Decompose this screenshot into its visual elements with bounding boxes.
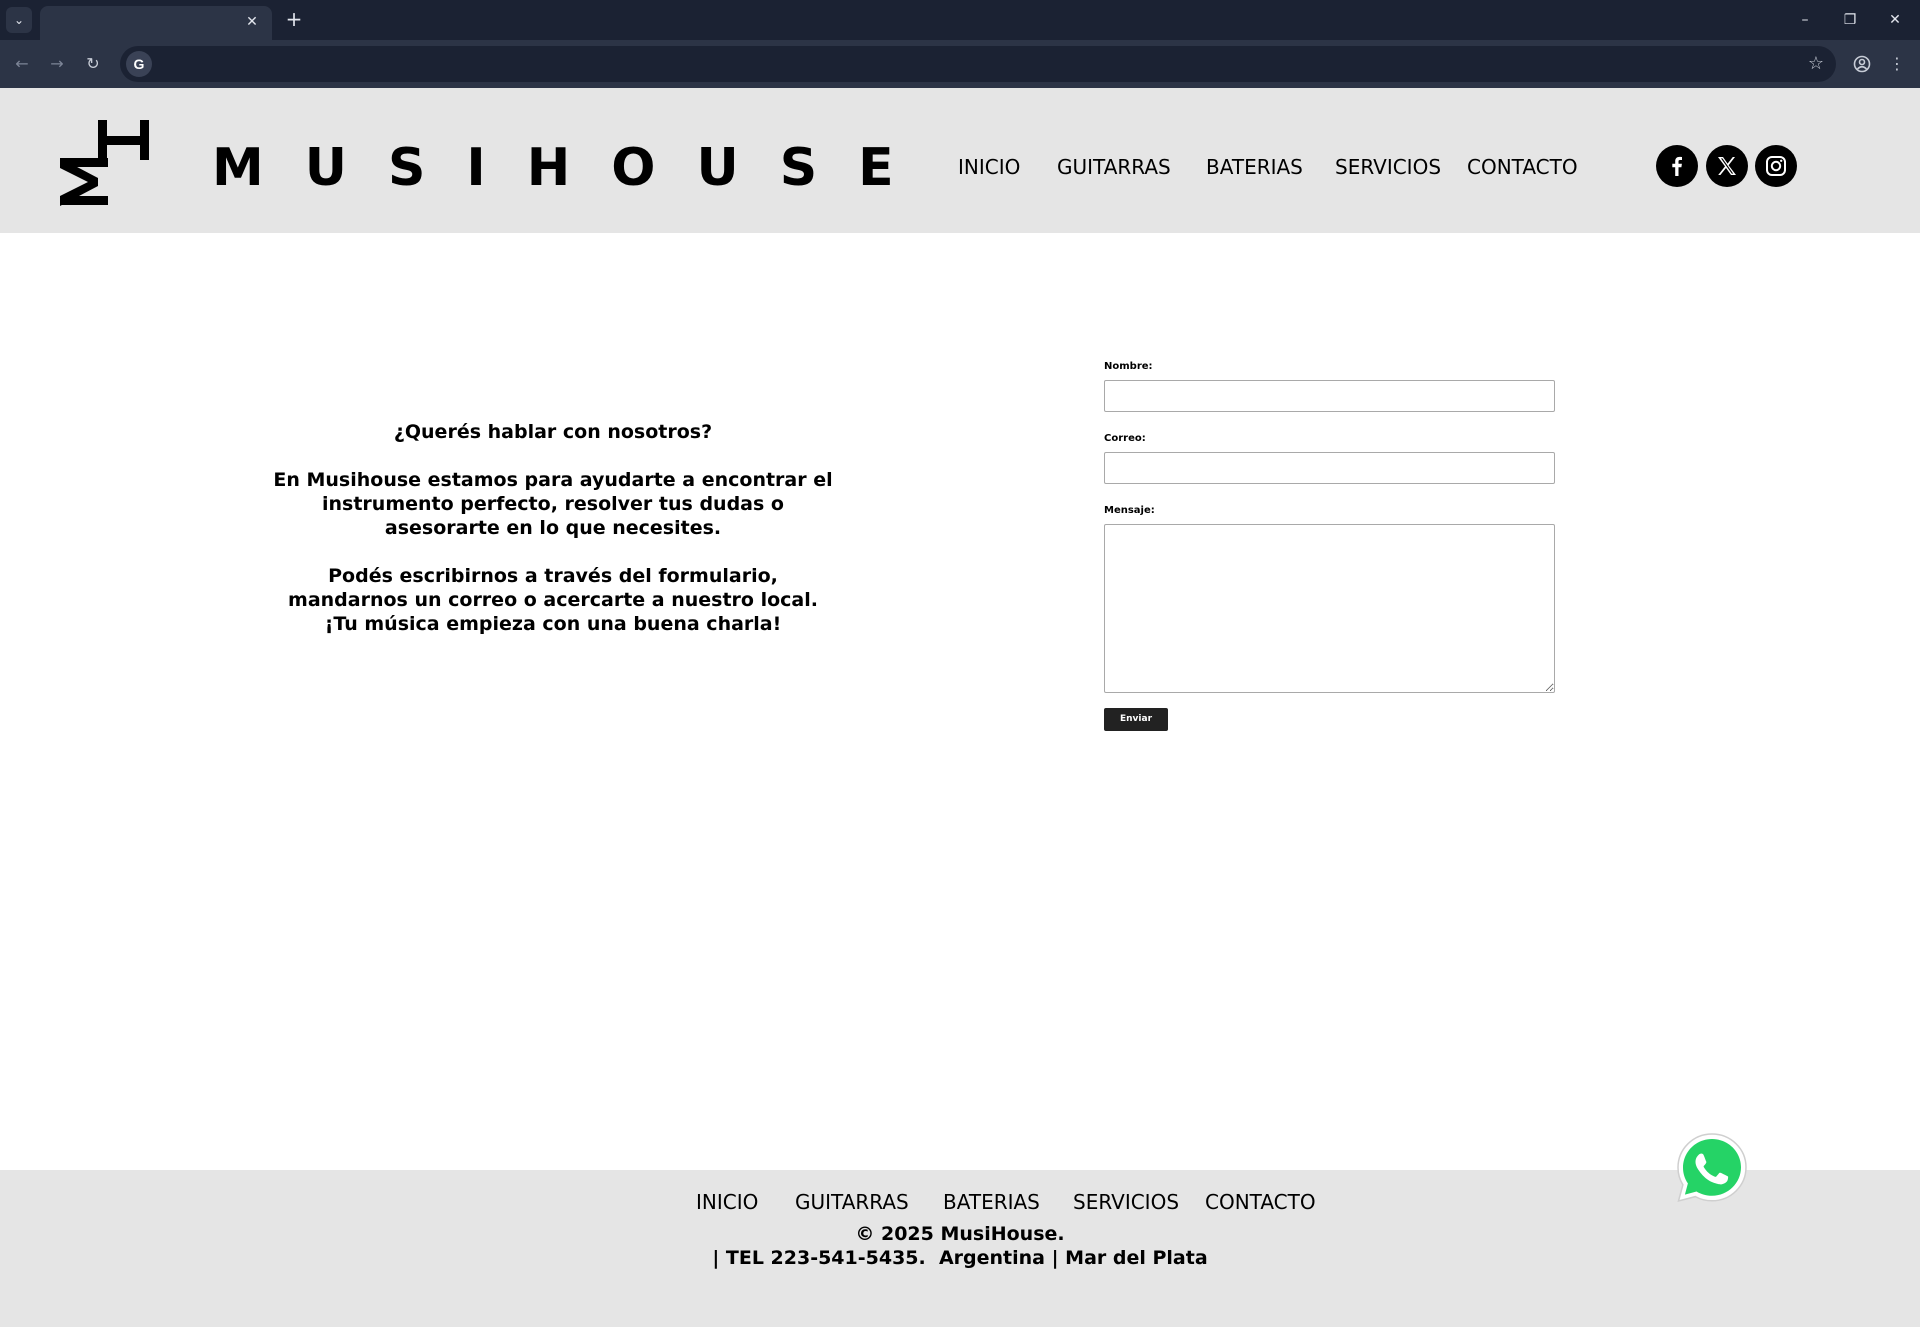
nav-contacto[interactable]: CONTACTO (1467, 155, 1578, 179)
copyright: © 2025 MusiHouse. (855, 1223, 1065, 1245)
site-header: MUSIHOUSE INICIO GUITARRAS BATERIAS SERV… (0, 88, 1920, 233)
footer-nav-guitarras[interactable]: GUITARRAS (795, 1190, 909, 1214)
tab-search-button[interactable]: ⌄ (6, 7, 32, 33)
google-icon[interactable]: G (126, 51, 152, 77)
nav-inicio[interactable]: INICIO (958, 155, 1020, 179)
restore-icon[interactable]: ❐ (1833, 6, 1867, 34)
brand-name[interactable]: MUSIHOUSE (212, 138, 935, 198)
message-textarea[interactable] (1104, 524, 1555, 693)
address-bar[interactable]: G ☆ (120, 46, 1836, 82)
footer-nav-inicio[interactable]: INICIO (696, 1190, 758, 1214)
close-window-icon[interactable]: ✕ (1878, 6, 1912, 34)
bookmark-star-icon[interactable]: ☆ (1808, 52, 1824, 76)
footer-nav: INICIO GUITARRAS BATERIAS SERVICIOS CONT… (0, 1190, 1920, 1216)
facebook-icon[interactable] (1656, 145, 1698, 187)
tab-close-icon[interactable]: ✕ (242, 12, 262, 32)
new-tab-button[interactable]: + (282, 8, 306, 32)
back-icon[interactable]: ← (8, 50, 36, 78)
whatsapp-icon[interactable] (1674, 1130, 1750, 1206)
minimize-icon[interactable]: – (1788, 6, 1822, 34)
footer-nav-servicios[interactable]: SERVICIOS (1073, 1190, 1179, 1214)
email-input[interactable] (1104, 452, 1555, 484)
forward-icon[interactable]: → (43, 50, 71, 78)
browser-toolbar: ← → ↻ G ☆ ⋮ (0, 40, 1920, 88)
message-label: Mensaje: (1104, 505, 1155, 516)
intro-paragraph-2: Podés escribirnos a través del formulari… (288, 565, 818, 635)
intro-heading: ¿Querés hablar con nosotros? (393, 421, 713, 443)
nav-guitarras[interactable]: GUITARRAS (1057, 155, 1171, 179)
musihouse-logo-icon[interactable] (58, 118, 153, 206)
site-footer: INICIO GUITARRAS BATERIAS SERVICIOS CONT… (0, 1170, 1920, 1327)
instagram-icon[interactable] (1755, 145, 1797, 187)
name-input[interactable] (1104, 380, 1555, 412)
nav-servicios[interactable]: SERVICIOS (1335, 155, 1441, 179)
email-label: Correo: (1104, 433, 1146, 444)
intro-paragraph-1: En Musihouse estamos para ayudarte a enc… (273, 469, 833, 539)
browser-tab-bar: ⌄ ✕ + – ❐ ✕ (0, 0, 1920, 40)
kebab-menu-icon[interactable]: ⋮ (1883, 50, 1911, 78)
reload-icon[interactable]: ↻ (79, 50, 107, 78)
nav-baterias[interactable]: BATERIAS (1206, 155, 1303, 179)
contact-form: Nombre: Correo: Mensaje: Enviar (1104, 360, 1556, 731)
browser-tab[interactable]: ✕ (40, 6, 272, 40)
footer-nav-contacto[interactable]: CONTACTO (1205, 1190, 1316, 1214)
profile-icon[interactable] (1848, 50, 1876, 78)
footer-nav-baterias[interactable]: BATERIAS (943, 1190, 1040, 1214)
name-label: Nombre: (1104, 361, 1153, 372)
contact-intro: ¿Querés hablar con nosotros? En Musihous… (272, 420, 834, 660)
send-button[interactable]: Enviar (1104, 708, 1168, 731)
footer-contact-info: | TEL 223-541-5435. Argentina | Mar del … (712, 1247, 1208, 1269)
x-twitter-icon[interactable] (1706, 145, 1748, 187)
